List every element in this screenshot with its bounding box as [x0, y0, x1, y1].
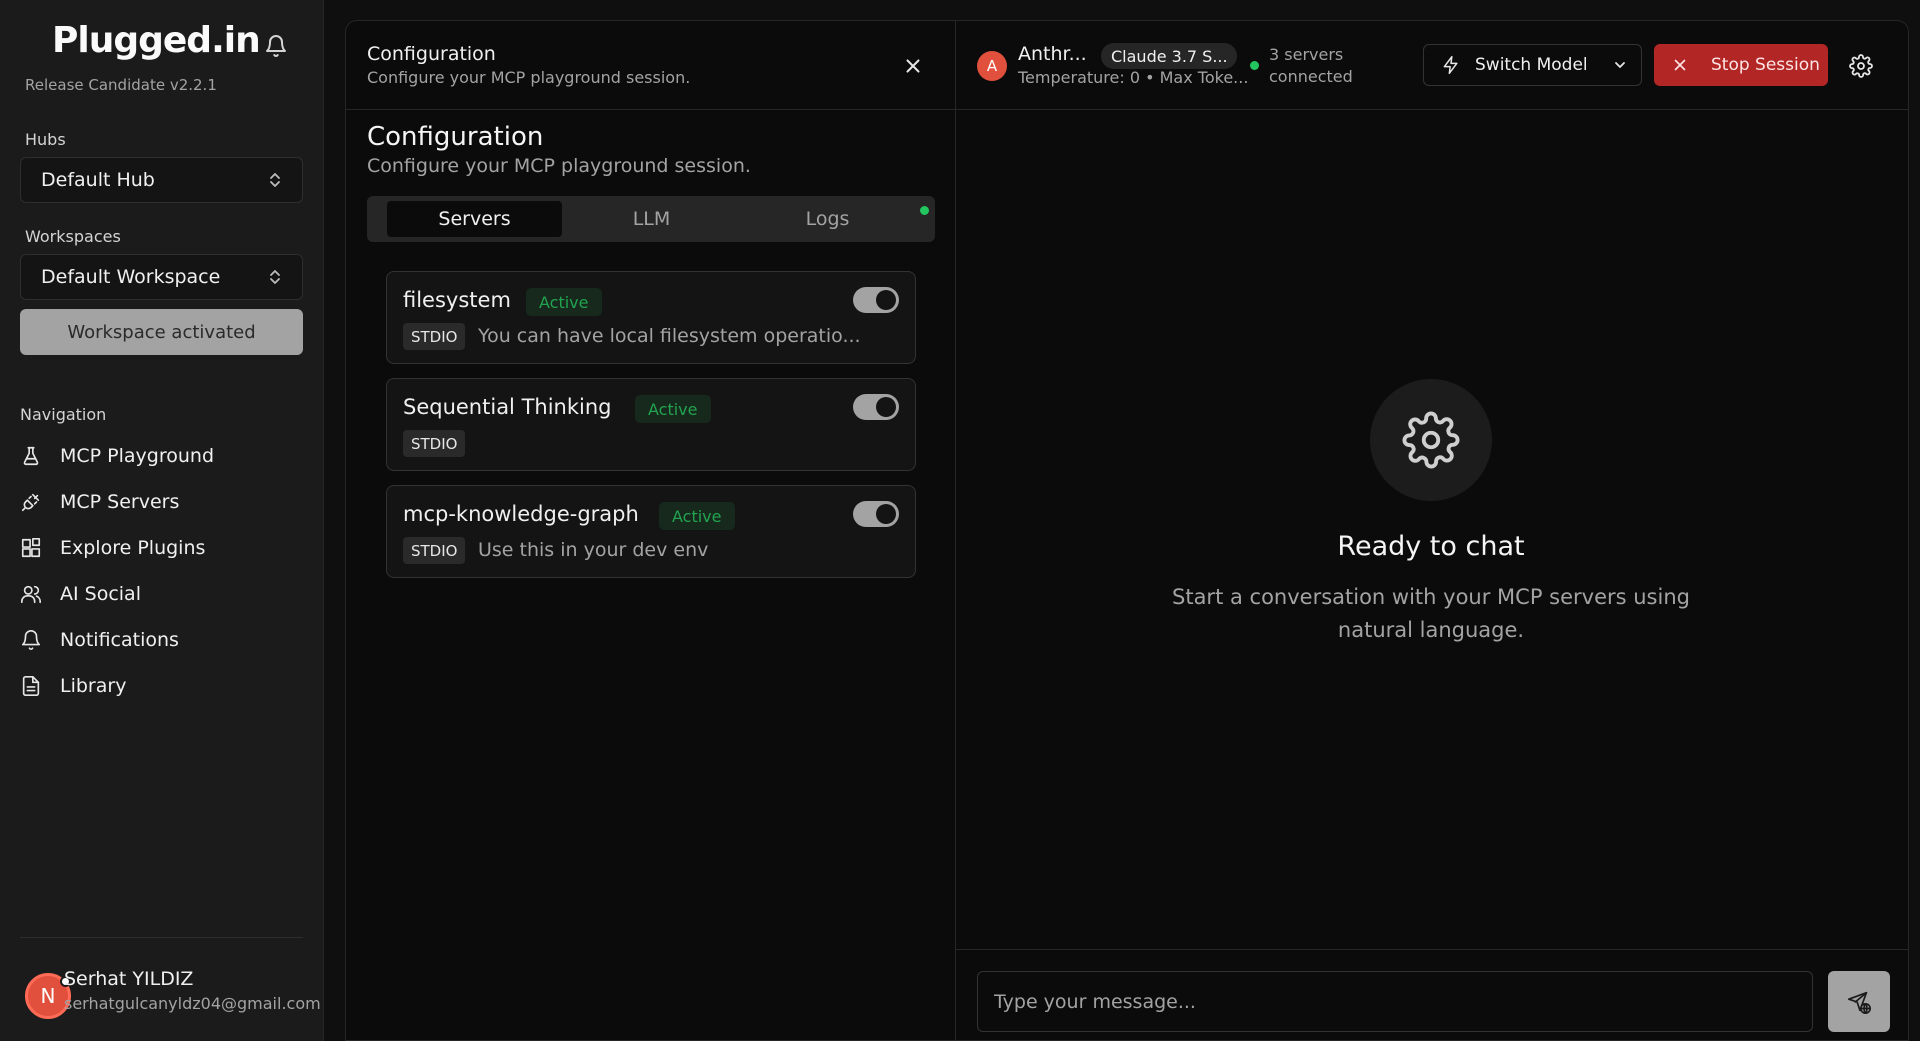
- main-frame: Configuration Configure your MCP playgro…: [345, 20, 1909, 1041]
- close-icon: [1674, 59, 1686, 71]
- switch-model-button[interactable]: Switch Model: [1423, 44, 1642, 86]
- provider-name: Anthr...: [1018, 43, 1087, 65]
- plug-icon: [21, 493, 40, 512]
- model-chip: Claude 3.7 S...: [1101, 43, 1237, 69]
- hubs-label: Hubs: [25, 130, 66, 149]
- empty-state-description: Start a conversation with your MCP serve…: [1172, 585, 1690, 642]
- hub-select[interactable]: Default Hub: [20, 157, 303, 203]
- model-params: Temperature: 0 • Max Toke...: [1018, 68, 1249, 87]
- switch-model-label: Switch Model: [1475, 55, 1588, 75]
- empty-state-icon-circle: [1370, 379, 1492, 501]
- sidebar-divider: [20, 937, 303, 938]
- users-icon: [21, 585, 41, 604]
- logs-activity-dot: [920, 206, 929, 215]
- nav-item-label: MCP Servers: [60, 491, 180, 513]
- configuration-panel: Configuration Configure your MCP playgro…: [346, 21, 956, 1040]
- navigation-label: Navigation: [20, 405, 107, 424]
- gear-icon: [1402, 411, 1460, 469]
- hub-select-value: Default Hub: [41, 169, 155, 191]
- server-name: Sequential Thinking: [403, 395, 612, 419]
- server-name: mcp-knowledge-graph: [403, 502, 639, 526]
- tab-logs[interactable]: Logs: [740, 201, 915, 237]
- tab-llm[interactable]: LLM: [564, 201, 739, 237]
- server-toggle[interactable]: [853, 287, 899, 313]
- server-name: filesystem: [403, 288, 511, 312]
- nav-item-mcp-servers[interactable]: MCP Servers: [20, 482, 303, 522]
- chevron-down-icon: [1614, 62, 1625, 68]
- workspace-select[interactable]: Default Workspace: [20, 254, 303, 300]
- server-card-mcp-knowledge-graph: mcp-knowledge-graph Active STDIO Use thi…: [386, 485, 916, 578]
- server-description: Use this in your dev env: [478, 539, 709, 561]
- server-type-badge: STDIO: [403, 430, 466, 457]
- nav-item-notifications[interactable]: Notifications: [20, 620, 303, 660]
- workspace-select-value: Default Workspace: [41, 266, 221, 288]
- nav-item-label: AI Social: [60, 583, 141, 605]
- server-toggle[interactable]: [853, 501, 899, 527]
- status-badge: Active: [659, 502, 735, 530]
- nav-item-explore-plugins[interactable]: Explore Plugins: [20, 528, 303, 568]
- workspace-activated-button[interactable]: Workspace activated: [20, 309, 303, 355]
- configuration-header: Configuration Configure your MCP playgro…: [346, 21, 956, 110]
- bell-icon: [21, 630, 41, 650]
- server-type-badge: STDIO: [403, 323, 466, 350]
- chat-panel: A Anthr... Claude 3.7 S... Temperature: …: [956, 21, 1908, 1040]
- nav-item-label: MCP Playground: [60, 445, 215, 467]
- server-card-filesystem: filesystem Active STDIO You can have loc…: [386, 271, 916, 364]
- provider-avatar: A: [977, 51, 1007, 81]
- nav-item-label: Explore Plugins: [60, 537, 206, 559]
- workspaces-label: Workspaces: [25, 227, 121, 246]
- file-text-icon: [22, 676, 40, 696]
- chevron-up-down-icon: [270, 270, 280, 284]
- configuration-tabs: Servers LLM Logs: [367, 196, 935, 242]
- blocks-icon: [21, 538, 41, 558]
- configuration-header-title: Configuration: [367, 43, 496, 65]
- configuration-title: Configuration: [367, 122, 544, 152]
- version-label: Release Candidate v2.2.1: [25, 76, 217, 94]
- logo[interactable]: Plugged.in: [52, 20, 261, 61]
- app-root: Plugged.in Release Candidate v2.2.1 Hubs…: [0, 0, 1920, 1041]
- stop-session-label: Stop Session: [1711, 55, 1820, 75]
- close-icon[interactable]: [902, 55, 924, 77]
- status-badge: Active: [526, 288, 602, 316]
- send-icon: [1847, 991, 1871, 1014]
- server-type-badge: STDIO: [403, 537, 466, 564]
- flask-icon: [23, 446, 39, 466]
- send-button[interactable]: [1828, 971, 1890, 1032]
- nav-item-ai-social[interactable]: AI Social: [20, 574, 303, 614]
- nav-item-library[interactable]: Library: [20, 666, 303, 706]
- server-toggle[interactable]: [853, 394, 899, 420]
- nav-item-label: Notifications: [60, 629, 179, 651]
- user-email: serhatgulcanyldz04@gmail.com: [64, 994, 321, 1013]
- nav-item-label: Library: [60, 675, 127, 697]
- server-description: You can have local filesystem operatio..…: [478, 325, 861, 347]
- configuration-subtitle: Configure your MCP playground session.: [367, 155, 751, 177]
- server-card-sequential-thinking: Sequential Thinking Active STDIO: [386, 378, 916, 471]
- nav-item-mcp-playground[interactable]: MCP Playground: [20, 436, 303, 476]
- chat-header: A Anthr... Claude 3.7 S... Temperature: …: [956, 21, 1908, 110]
- stop-session-button[interactable]: Stop Session: [1654, 44, 1828, 86]
- connection-status-text: 3 servers connected: [1269, 45, 1353, 86]
- notifications-bell-icon[interactable]: [264, 34, 288, 58]
- user-name: Serhat YILDIZ: [64, 968, 194, 990]
- input-divider: [956, 949, 1908, 950]
- empty-state-title: Ready to chat: [1337, 531, 1525, 562]
- sidebar: Plugged.in Release Candidate v2.2.1 Hubs…: [0, 0, 324, 1041]
- chevron-up-down-icon: [270, 173, 280, 187]
- status-badge: Active: [635, 395, 711, 423]
- tab-servers[interactable]: Servers: [387, 201, 562, 237]
- lightning-icon: [1443, 55, 1458, 75]
- connection-status-dot: [1250, 61, 1259, 70]
- message-input[interactable]: [977, 971, 1813, 1032]
- settings-gear-icon[interactable]: [1849, 54, 1873, 78]
- configuration-header-subtitle: Configure your MCP playground session.: [367, 68, 691, 87]
